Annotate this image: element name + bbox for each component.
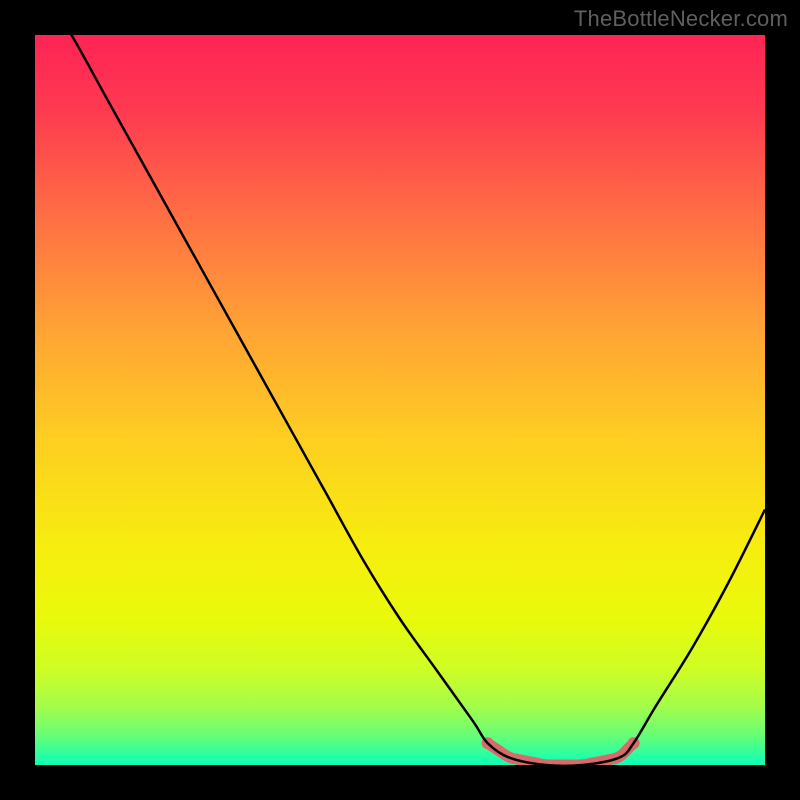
plot-area xyxy=(35,35,765,765)
bottleneck-curve xyxy=(35,35,765,765)
chart-frame: TheBottleNecker.com xyxy=(0,0,800,800)
attribution-text: TheBottleNecker.com xyxy=(574,6,788,32)
